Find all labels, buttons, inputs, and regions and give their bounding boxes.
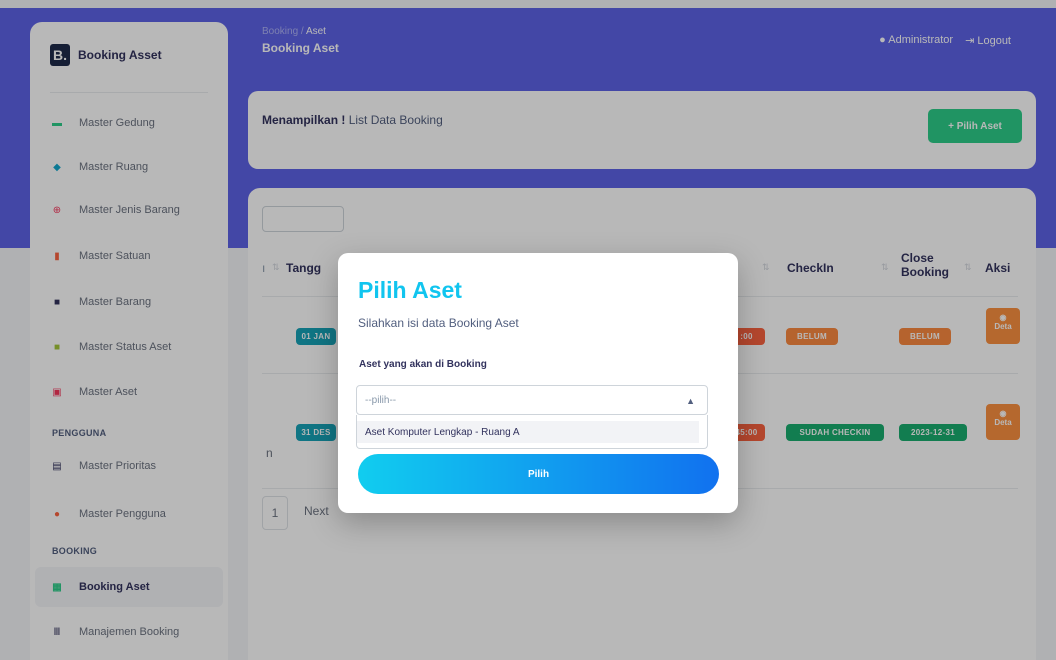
asset-option[interactable]: Aset Komputer Lengkap - Ruang A bbox=[357, 421, 699, 443]
asset-field-label: Aset yang akan di Booking bbox=[359, 359, 487, 370]
asset-dropdown: Aset Komputer Lengkap - Ruang A bbox=[356, 415, 708, 449]
asset-select[interactable]: --pilih-- ▲ bbox=[356, 385, 708, 415]
caret-up-icon: ▲ bbox=[686, 396, 695, 406]
asset-select-value: --pilih-- bbox=[365, 394, 397, 406]
modal-title: Pilih Aset bbox=[358, 277, 462, 303]
modal-subtitle: Silahkan isi data Booking Aset bbox=[358, 316, 519, 330]
pilih-aset-modal: Pilih Aset Silahkan isi data Booking Ase… bbox=[338, 253, 738, 513]
pilih-button[interactable]: Pilih bbox=[358, 454, 719, 494]
